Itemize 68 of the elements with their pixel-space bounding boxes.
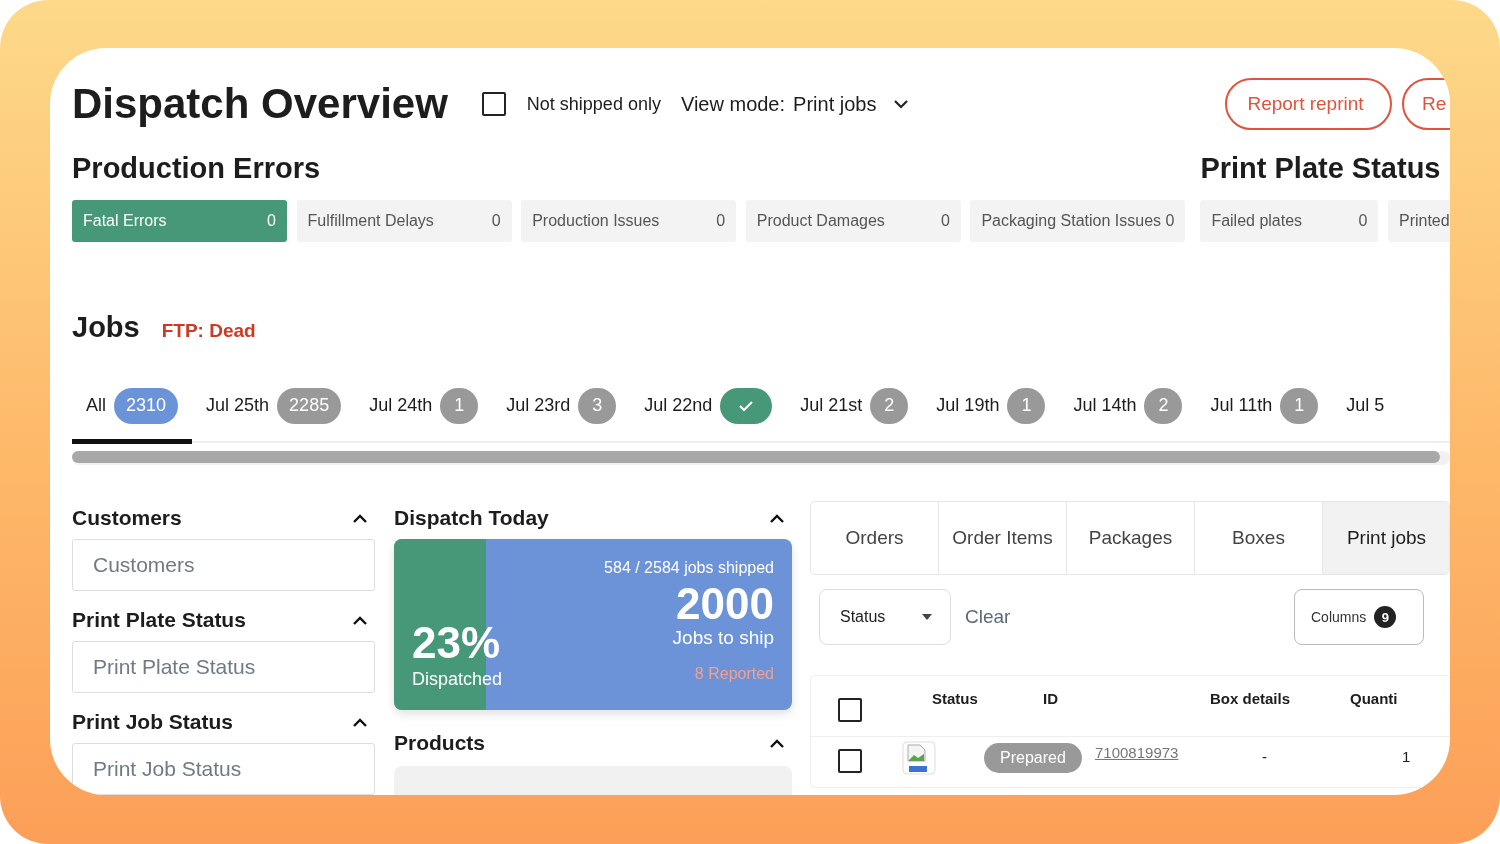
chevron-up-icon[interactable]: [353, 513, 367, 523]
plate-filter-chip[interactable]: Failed plates 0: [1200, 200, 1379, 242]
date-tab[interactable]: Jul 25th 2285: [192, 372, 356, 444]
clear-button[interactable]: Clear: [959, 605, 1017, 629]
select-all-checkbox[interactable]: [838, 698, 862, 722]
table-cell-text: -: [1262, 747, 1268, 765]
view-tab[interactable]: Orders: [811, 502, 939, 574]
filter-input[interactable]: Print Job Status: [72, 743, 375, 795]
scrollbar[interactable]: [72, 451, 1450, 465]
error-filter-chip[interactable]: Product Damages 0: [745, 200, 961, 242]
view-mode-label: View mode:: [680, 92, 786, 116]
section-heading: Dispatch Today: [394, 506, 549, 530]
ftp-status: FTP: Dead: [161, 320, 256, 342]
plate-filter-chip[interactable]: Printed: [1387, 200, 1450, 242]
date-tab[interactable]: Jul 23rd 3: [492, 372, 631, 444]
jobs-to-ship-count: 2000: [676, 581, 774, 628]
row-checkbox[interactable]: [838, 749, 862, 773]
reported-count: 8 Reported: [694, 665, 774, 684]
section-heading: Production Errors: [72, 152, 322, 185]
filter-heading: Customers: [72, 506, 182, 530]
report-button[interactable]: Re: [1402, 78, 1450, 130]
broken-image-icon: [902, 741, 936, 775]
column-header: ID: [1043, 689, 1059, 707]
date-tab[interactable]: Jul 19th 1: [922, 372, 1060, 444]
status-dropdown[interactable]: Status: [819, 589, 951, 645]
view-tab[interactable]: Packages: [1067, 502, 1195, 574]
filter-heading: Print Plate Status: [72, 608, 246, 632]
checkbox-label: Not shipped only: [526, 93, 661, 115]
chevron-up-icon[interactable]: [770, 513, 784, 523]
report-button[interactable]: Report reprint: [1225, 78, 1392, 130]
error-filter-chip[interactable]: Production Issues 0: [521, 200, 737, 242]
error-filter-chip[interactable]: Packaging Station Issues 0: [970, 200, 1186, 242]
date-tab[interactable]: Jul 21st 2: [786, 372, 923, 444]
checkbox[interactable]: [481, 92, 506, 116]
jobs-shipped-text: 584 / 2584 jobs shipped: [604, 559, 774, 577]
date-tab[interactable]: Jul 14th 2: [1059, 372, 1197, 444]
chevron-up-icon[interactable]: [353, 615, 367, 625]
date-tab[interactable]: Jul 22nd: [630, 372, 787, 444]
column-header: Box details: [1210, 689, 1292, 707]
date-tab[interactable]: Jul 5: [1332, 372, 1399, 444]
view-tab[interactable]: Order Items: [939, 502, 1067, 574]
section-heading: Products: [394, 731, 485, 755]
column-header: Quanti: [1350, 689, 1399, 707]
status-pill: Prepared: [984, 743, 1082, 773]
view-mode-dropdown[interactable]: Print jobs: [793, 92, 909, 116]
view-tab[interactable]: Print jobs: [1323, 502, 1449, 574]
chevron-up-icon[interactable]: [353, 717, 367, 727]
chevron-up-icon[interactable]: [770, 738, 784, 748]
date-tab[interactable]: Jul 24th 1: [355, 372, 493, 444]
filter-heading: Print Job Status: [72, 710, 234, 734]
column-header: Status: [932, 689, 979, 707]
date-tab[interactable]: Jul 11th 1: [1196, 372, 1333, 444]
jobs-to-ship-label: Jobs to ship: [672, 627, 774, 650]
filter-input[interactable]: Print Plate Status: [72, 641, 375, 693]
jobs-heading: Jobs: [72, 311, 140, 344]
section-heading: Print Plate Status: [1200, 152, 1442, 185]
dispatched-percent: 23%: [412, 621, 502, 665]
date-tab[interactable]: All 2310: [72, 372, 193, 444]
columns-button[interactable]: Columns 9: [1294, 589, 1424, 645]
check-icon: [720, 387, 773, 424]
filter-input[interactable]: Customers: [72, 539, 375, 591]
error-filter-chip[interactable]: Fulfillment Delays 0: [296, 200, 512, 242]
table-cell-text: 1: [1402, 747, 1412, 765]
chevron-down-icon: [894, 99, 909, 109]
dispatched-label: Dispatched: [412, 669, 503, 690]
job-id-link[interactable]: 7100819973: [1095, 744, 1179, 761]
caret-down-icon: [922, 614, 932, 620]
page-title: Dispatch Overview: [72, 80, 448, 128]
